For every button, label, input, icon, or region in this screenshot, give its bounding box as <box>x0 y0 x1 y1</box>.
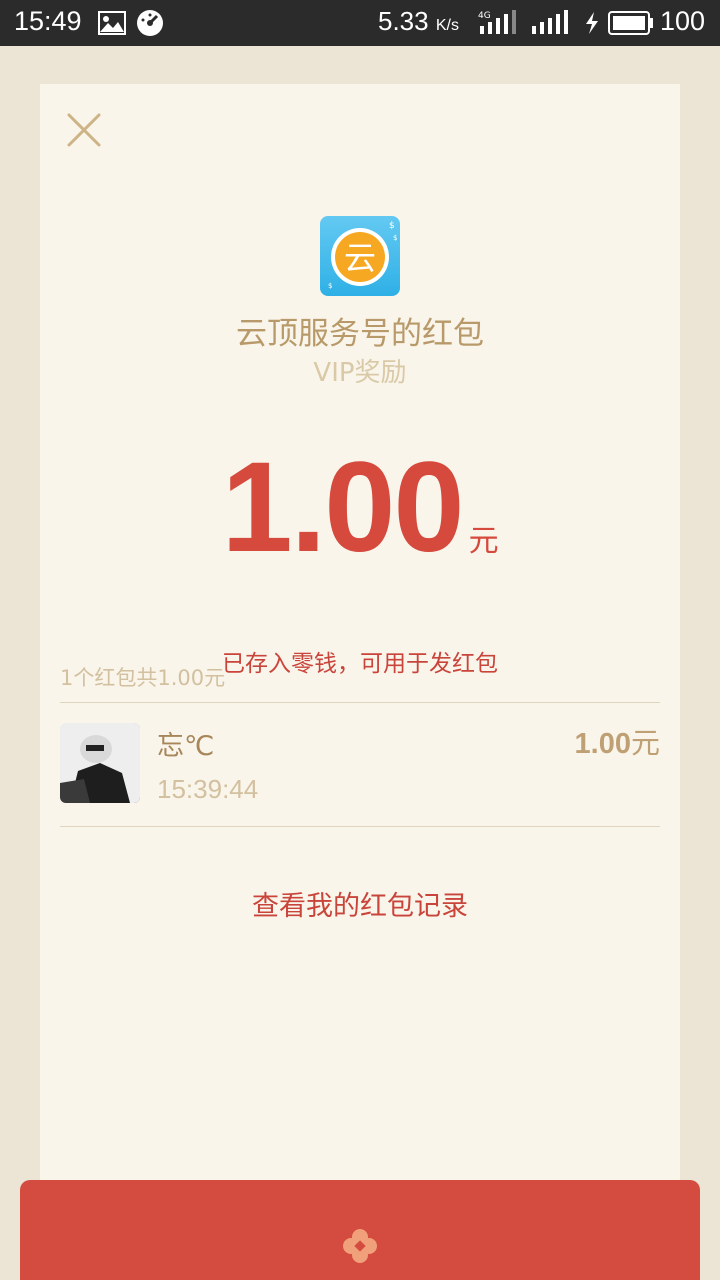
user-photo-icon <box>60 723 140 803</box>
battery-icon <box>608 11 653 35</box>
red-packet-detail-card: 云 $ $ $ 云顶服务号的红包 VIP奖励 1.00 元 已存入零钱，可用于发红… <box>40 84 680 1224</box>
divider <box>60 826 660 827</box>
packet-summary: 1个红包共1.00元 <box>60 666 226 690</box>
receive-time: 15:39:44 <box>157 774 259 804</box>
close-icon[interactable] <box>66 112 102 148</box>
amount-display: 1.00 元 <box>40 434 680 581</box>
avatar <box>60 723 140 803</box>
sender-title: 云顶服务号的红包 <box>236 316 484 352</box>
battery-percent: 100 <box>660 6 706 36</box>
amount-unit: 元 <box>468 524 499 559</box>
receiver-amount: 1.00元 <box>574 726 660 760</box>
signal-4g-icon: 4G <box>478 10 516 34</box>
view-records-link[interactable]: 查看我的红包记录 <box>40 884 680 923</box>
svg-text:$: $ <box>328 282 332 290</box>
status-time: 15:49 <box>14 6 82 36</box>
torn-edge <box>40 1210 680 1224</box>
charging-icon <box>586 12 598 34</box>
speedometer-icon <box>137 10 163 36</box>
svg-text:$: $ <box>389 221 395 231</box>
status-bar: 15:49 5.33 K/s 4G 100 <box>0 0 720 46</box>
svg-text:4G: 4G <box>478 11 491 21</box>
coin-icon: 云 $ $ $ <box>328 221 397 290</box>
app-avatar: 云 $ $ $ <box>320 216 400 296</box>
gallery-notification-icon <box>98 11 126 35</box>
divider <box>60 702 660 703</box>
flower-icon <box>343 1229 377 1263</box>
svg-text:$: $ <box>393 234 397 242</box>
signal-icon <box>532 10 568 34</box>
amount-value: 1.00 <box>221 436 464 579</box>
packet-wish-text: VIP奖励 <box>313 358 407 388</box>
net-speed: 5.33 K/s <box>378 6 459 36</box>
svg-text:云: 云 <box>344 239 376 277</box>
receiver-name: 忘℃ <box>157 731 215 762</box>
